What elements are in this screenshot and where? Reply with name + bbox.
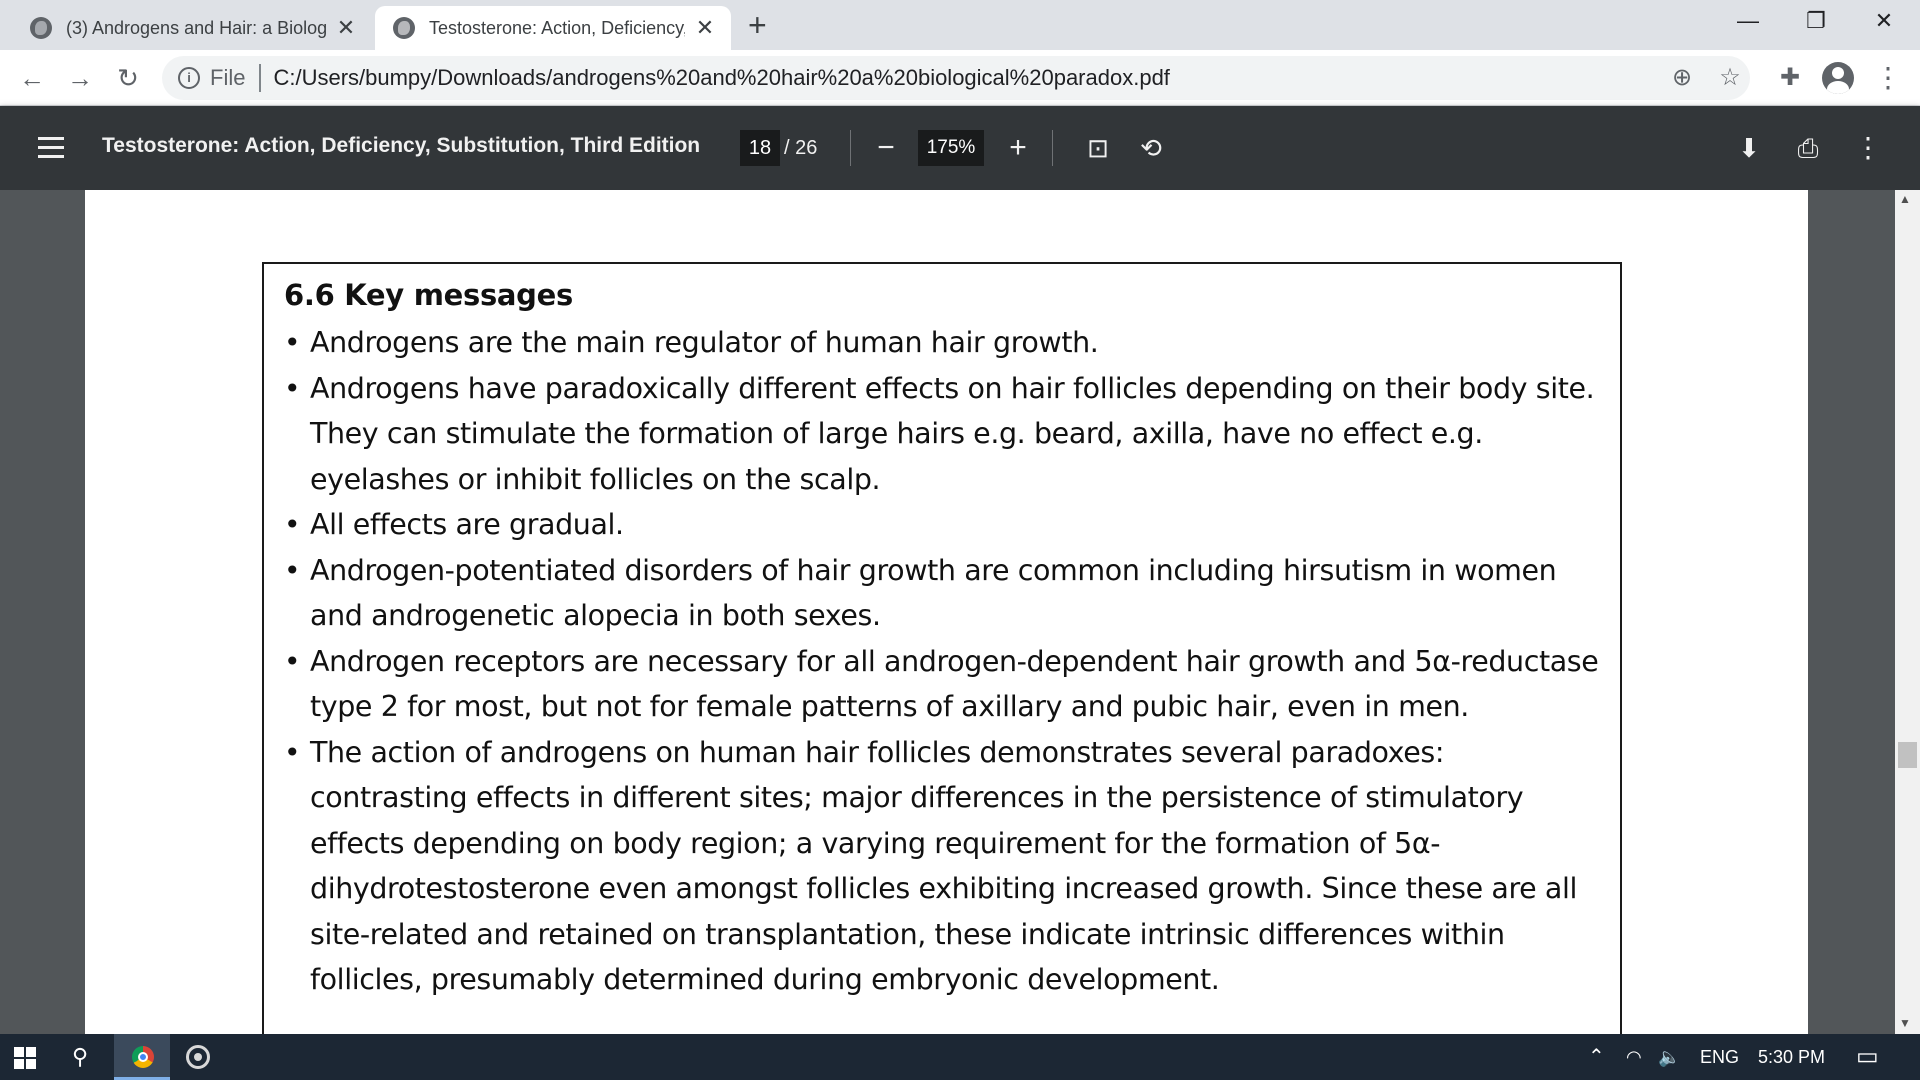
tab-strip: (3) Androgens and Hair: a Biologi ✕ Test…	[0, 0, 1920, 50]
chrome-icon	[132, 1046, 154, 1068]
windows-start-icon[interactable]	[14, 1047, 36, 1069]
chrome-taskbar-button[interactable]	[114, 1034, 170, 1080]
volume-icon[interactable]: 🔈	[1658, 1034, 1680, 1080]
restore-icon[interactable]: ❐	[1783, 0, 1849, 42]
disc-icon	[186, 1045, 210, 1069]
search-icon[interactable]: ⚲	[52, 1034, 108, 1080]
bullet-item: Androgen receptors are necessary for all…	[284, 639, 1602, 730]
browser-toolbar: ← → ↻ i File C:/Users/bumpy/Downloads/an…	[0, 50, 1920, 106]
scroll-down-icon[interactable]: ▼	[1899, 1016, 1911, 1030]
minimize-icon[interactable]: —	[1715, 0, 1781, 42]
rotate-icon[interactable]: ⟲	[1133, 130, 1169, 166]
tab-title: Testosterone: Action, Deficiency,	[429, 17, 685, 38]
key-messages-box: 6.6 Key messages Androgens are the main …	[262, 262, 1622, 1034]
extensions-icon[interactable]: ✚	[1772, 60, 1808, 96]
url-text[interactable]: C:/Users/bumpy/Downloads/androgens%20and…	[273, 65, 1169, 91]
more-actions-icon[interactable]: ⋮	[1850, 130, 1886, 166]
fit-to-page-icon[interactable]: ⊡	[1080, 130, 1116, 166]
pdf-viewer[interactable]: 6.6 Key messages Androgens are the main …	[0, 190, 1920, 1034]
tab-testosterone[interactable]: Testosterone: Action, Deficiency, ✕	[375, 6, 731, 50]
back-icon[interactable]: ←	[16, 62, 48, 94]
scrollbar-thumb[interactable]	[1898, 742, 1917, 768]
zoom-input[interactable]: 175%	[918, 130, 984, 166]
zoom-in-icon[interactable]: +	[1000, 130, 1036, 166]
show-hidden-icons-icon[interactable]: ⌃	[1588, 1034, 1605, 1080]
close-icon[interactable]: ✕	[334, 15, 358, 41]
url-scheme: File	[210, 65, 246, 90]
tab-androgens-and-hair[interactable]: (3) Androgens and Hair: a Biologi ✕	[12, 6, 372, 50]
media-app-taskbar-button[interactable]	[170, 1034, 226, 1080]
bullet-item: Androgens have paradoxically different e…	[284, 366, 1602, 503]
download-icon[interactable]: ⬇	[1731, 130, 1767, 166]
forward-icon[interactable]: →	[64, 62, 96, 94]
zoom-icon[interactable]: ⊕	[1664, 60, 1700, 96]
clock[interactable]: 5:30 PM	[1758, 1034, 1825, 1080]
input-language[interactable]: ENG	[1700, 1034, 1739, 1080]
tab-title: (3) Androgens and Hair: a Biologi	[66, 17, 326, 38]
network-icon[interactable]: ◠	[1626, 1034, 1642, 1080]
taskbar: ⚲ ⌃ ◠ 🔈 ENG 5:30 PM ▭	[0, 1034, 1920, 1080]
address-bar[interactable]: i File C:/Users/bumpy/Downloads/androgen…	[162, 56, 1750, 100]
zoom-out-icon[interactable]: −	[868, 130, 904, 166]
document-title: Testosterone: Action, Deficiency, Substi…	[102, 134, 701, 157]
bullet-item: Androgen-potentiated disorders of hair g…	[284, 548, 1602, 639]
page-total: / 26	[784, 137, 818, 159]
page-number-input[interactable]: 18	[740, 130, 780, 166]
browser-menu-icon[interactable]: ⋮	[1874, 60, 1902, 96]
profile-avatar-icon[interactable]	[1822, 62, 1854, 94]
bullet-item: Androgens are the main regulator of huma…	[284, 320, 1602, 366]
scroll-up-icon[interactable]: ▲	[1899, 192, 1911, 206]
new-tab-button[interactable]: +	[748, 8, 767, 42]
info-icon[interactable]: i	[178, 67, 200, 89]
globe-icon	[393, 17, 415, 39]
divider	[1052, 130, 1053, 166]
print-icon[interactable]: ⎙	[1790, 130, 1826, 166]
globe-icon	[30, 17, 52, 39]
vertical-scrollbar[interactable]	[1895, 190, 1920, 1034]
notifications-icon[interactable]: ▭	[1856, 1034, 1879, 1080]
reload-icon[interactable]: ↻	[112, 62, 144, 94]
window-close-icon[interactable]: ✕	[1851, 0, 1917, 42]
bullet-item: The action of androgens on human hair fo…	[284, 730, 1602, 1003]
divider	[850, 130, 851, 166]
close-icon[interactable]: ✕	[693, 15, 717, 41]
divider	[259, 64, 262, 92]
bullet-item: All effects are gradual.	[284, 502, 1602, 548]
pdf-toolbar: Testosterone: Action, Deficiency, Substi…	[0, 106, 1920, 190]
bullet-list: Androgens are the main regulator of huma…	[284, 320, 1602, 1003]
sidebar-menu-icon[interactable]	[38, 137, 64, 159]
pdf-page: 6.6 Key messages Androgens are the main …	[85, 190, 1808, 1034]
bookmark-star-icon[interactable]: ☆	[1712, 60, 1748, 96]
section-heading: 6.6 Key messages	[284, 278, 573, 312]
